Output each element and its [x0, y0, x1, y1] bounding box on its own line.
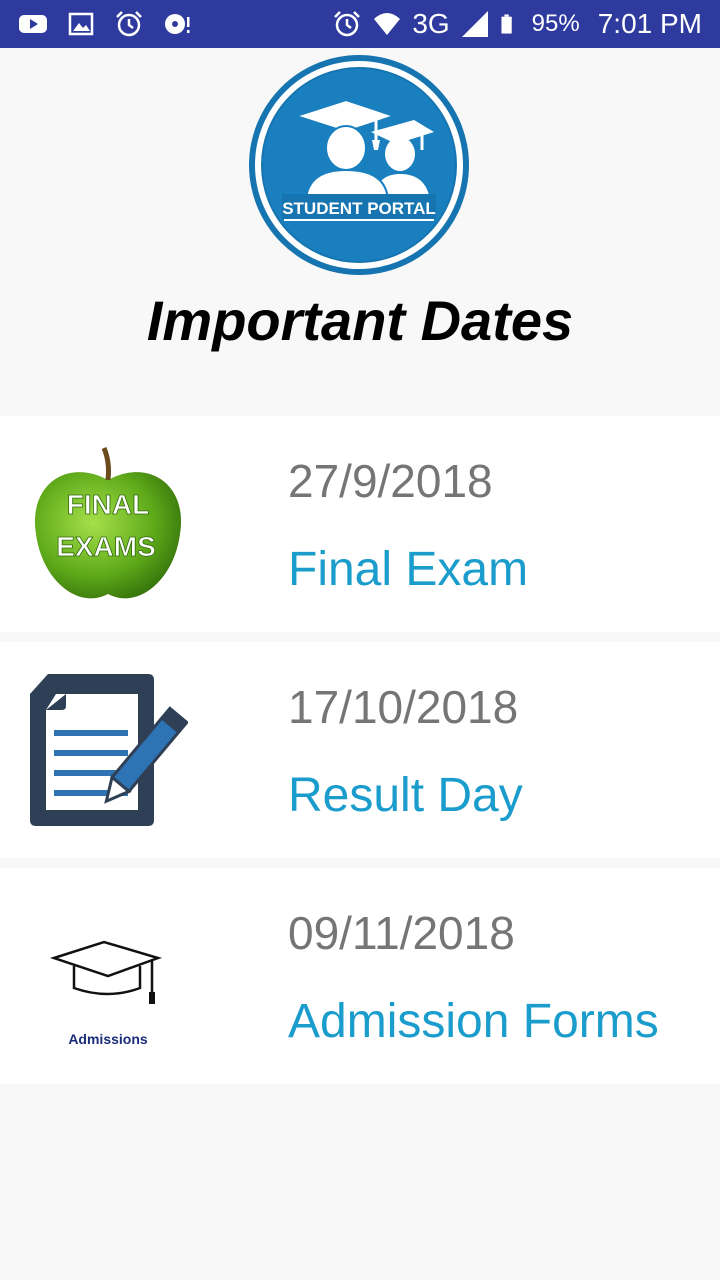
battery-level: 95%: [531, 10, 580, 37]
header: STUDENT PORTAL Important Dates: [0, 48, 720, 414]
signal-icon: [461, 11, 488, 37]
event-title: Result Day: [288, 769, 523, 822]
event-card-result-day[interactable]: 17/10/2018 Result Day: [0, 642, 720, 858]
network-type: 3G: [412, 8, 450, 39]
event-date: 27/9/2018: [288, 455, 493, 507]
apple-text-exams: EXAMS: [56, 531, 156, 562]
wifi-icon: [374, 13, 401, 35]
event-title: Final Exam: [288, 543, 529, 596]
page-title: Important Dates: [146, 289, 574, 352]
youtube-icon: [19, 15, 47, 33]
admissions-label: Admissions: [68, 1031, 148, 1047]
logo-text: STUDENT PORTAL: [282, 199, 436, 218]
clock: 7:01 PM: [597, 8, 702, 39]
alarm-icon: [334, 11, 361, 37]
document-pencil-icon: [30, 674, 188, 826]
apple-text-final: FINAL: [67, 489, 149, 520]
gallery-icon: [68, 12, 94, 36]
alarm-icon: [116, 11, 142, 37]
event-card-admission-forms[interactable]: Admissions 09/11/2018 Admission Forms: [0, 868, 720, 1084]
status-bar: 3G 95% 7:01 PM: [0, 0, 720, 48]
event-date: 17/10/2018: [288, 681, 519, 733]
music-icon: [165, 14, 190, 34]
battery-icon: [501, 14, 512, 34]
event-card-final-exam[interactable]: FINAL EXAMS 27/9/2018 Final Exam: [0, 416, 720, 632]
event-title: Admission Forms: [288, 995, 659, 1048]
admissions-cap-image: Admissions: [49, 940, 163, 1047]
event-date: 09/11/2018: [288, 907, 515, 959]
final-exams-apple-image: FINAL EXAMS: [34, 447, 182, 599]
student-portal-logo: STUDENT PORTAL: [249, 55, 469, 275]
